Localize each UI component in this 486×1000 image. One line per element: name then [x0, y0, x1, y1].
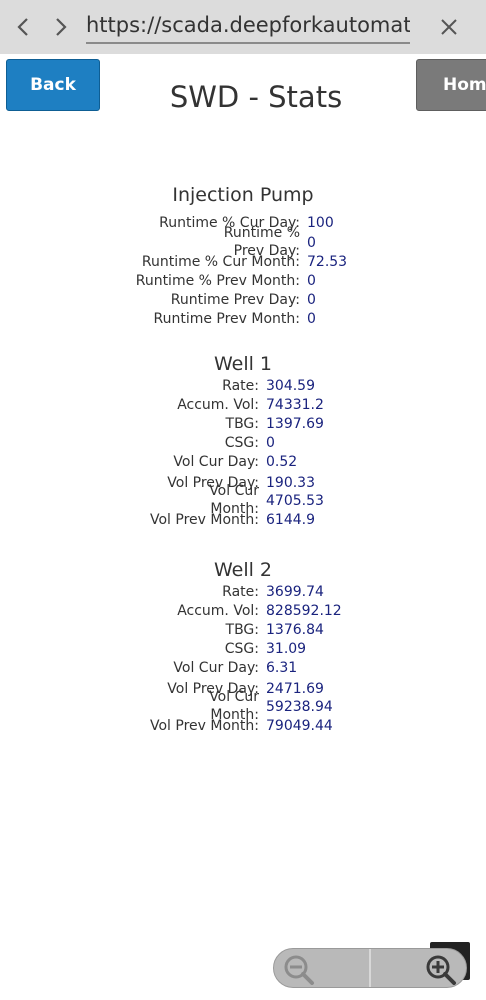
list-item: Vol Cur Month: 59238.94 [0, 688, 486, 723]
close-icon[interactable] [434, 12, 464, 42]
list-item: TBG: 1376.84 [0, 621, 486, 641]
stat-label: Rate: [222, 584, 259, 600]
stat-value: 828592.12 [266, 603, 342, 619]
stat-label: Accum. Vol: [177, 397, 259, 413]
stat-value: 304.59 [266, 378, 315, 394]
stat-value: 6.31 [266, 660, 298, 676]
home-button[interactable]: Hom [416, 59, 486, 111]
stat-value: 72.53 [307, 254, 348, 270]
stat-value: 0.52 [266, 454, 298, 470]
stat-label: TBG: [225, 416, 259, 432]
list-item: Runtime % Prev Day: 0 [0, 224, 486, 259]
stat-label: Accum. Vol: [177, 603, 259, 619]
chevron-right-icon[interactable] [46, 12, 76, 42]
stat-value: 4705.53 [266, 493, 324, 509]
chevron-left-icon[interactable] [8, 12, 38, 42]
stat-label: Vol Cur Day: [173, 660, 259, 676]
stat-label: CSG: [224, 435, 259, 451]
list-item: Runtime Prev Day: 0 [0, 291, 486, 311]
stat-value: 0 [307, 273, 316, 289]
url-field[interactable]: https://scada.deepforkautomatic [86, 8, 410, 44]
stat-value: 6144.9 [266, 512, 315, 528]
stat-label: Rate: [222, 378, 259, 394]
list-item: Vol Cur Day: 0.52 [0, 453, 486, 473]
stat-label: TBG: [225, 622, 259, 638]
well1-title: Well 1 [213, 353, 273, 375]
list-item: TBG: 1397.69 [0, 415, 486, 435]
stat-value: 59238.94 [266, 699, 333, 715]
zoom-in-icon[interactable] [424, 953, 458, 985]
stat-label: Vol Prev Month: [150, 512, 259, 528]
list-item: Rate: 304.59 [0, 377, 486, 397]
list-item: Runtime % Cur Month: 72.53 [0, 253, 486, 273]
stat-label: Runtime Prev Day: [170, 292, 300, 308]
well2-title: Well 2 [213, 559, 273, 581]
list-item: Runtime % Prev Month: 0 [0, 272, 486, 292]
stat-value: 79049.44 [266, 718, 333, 734]
stat-value: 1397.69 [266, 416, 324, 432]
stat-value: 1376.84 [266, 622, 324, 638]
stat-value: 3699.74 [266, 584, 324, 600]
list-item: Vol Cur Month: 4705.53 [0, 482, 486, 517]
stat-label: CSG: [224, 641, 259, 657]
stat-value: 0 [307, 311, 316, 327]
stat-label: Vol Prev Month: [150, 718, 259, 734]
list-item: CSG: 0 [0, 434, 486, 454]
stat-value: 0 [307, 292, 316, 308]
zoom-control [273, 948, 467, 988]
injection-pump-title: Injection Pump [172, 184, 314, 206]
page-title: SWD - Stats [169, 80, 343, 114]
list-item: Accum. Vol: 828592.12 [0, 602, 486, 622]
list-item: Rate: 3699.74 [0, 583, 486, 603]
list-item: CSG: 31.09 [0, 640, 486, 660]
zoom-out-icon[interactable] [282, 953, 316, 985]
zoom-divider [369, 949, 371, 987]
list-item: Runtime Prev Month: 0 [0, 310, 486, 330]
stat-value: 31.09 [266, 641, 307, 657]
stat-label: Runtime Prev Month: [153, 311, 300, 327]
list-item: Vol Cur Day: 6.31 [0, 659, 486, 679]
stat-label: Runtime % Cur Month: [141, 254, 300, 270]
list-item: Vol Prev Month: 6144.9 [0, 511, 486, 531]
stat-label: Runtime % Prev Month: [135, 273, 300, 289]
browser-toolbar: https://scada.deepforkautomatic [0, 0, 486, 54]
list-item: Accum. Vol: 74331.2 [0, 396, 486, 416]
stat-value: 0 [307, 235, 316, 251]
stat-label: Vol Cur Day: [173, 454, 259, 470]
list-item: Vol Prev Month: 79049.44 [0, 717, 486, 737]
stat-value: 0 [266, 435, 275, 451]
stat-value: 74331.2 [266, 397, 324, 413]
